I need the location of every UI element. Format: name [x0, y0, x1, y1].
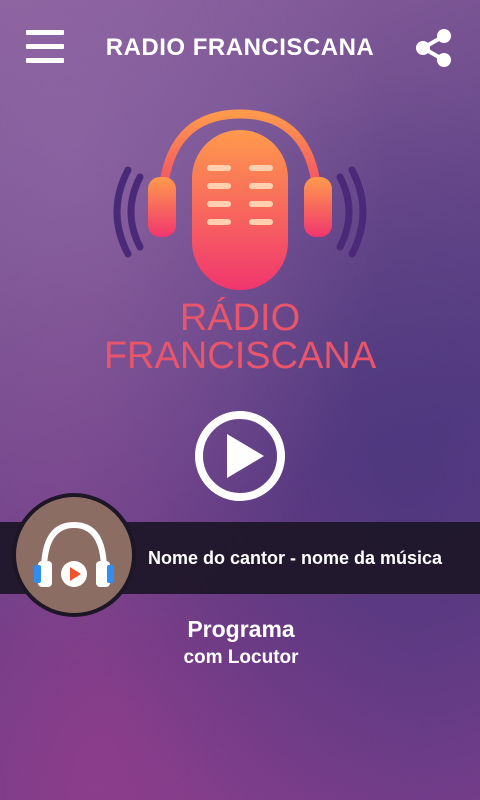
- logo-text-line2: FRANCISCANA: [104, 335, 377, 377]
- microphone-headphones-logo: RÁDIO FRANCISCANA: [104, 109, 377, 377]
- headphones-play-icon: [34, 521, 114, 587]
- cover-art: [16, 497, 132, 613]
- play-button[interactable]: [194, 410, 286, 502]
- share-icon[interactable]: [414, 28, 454, 68]
- program-info: Programa com Locutor: [0, 616, 480, 669]
- program-title: Programa: [187, 616, 295, 642]
- logo-text-line1: RÁDIO: [180, 296, 300, 339]
- top-bar: RADIO FRANCISCANA: [0, 0, 480, 96]
- now-playing-text: Nome do cantor - nome da música: [147, 548, 443, 568]
- station-logo: RÁDIO FRANCISCANA: [100, 102, 380, 382]
- app-title: RADIO FRANCISCANA: [105, 34, 375, 61]
- play-icon: [195, 411, 285, 501]
- program-host: com Locutor: [183, 647, 299, 668]
